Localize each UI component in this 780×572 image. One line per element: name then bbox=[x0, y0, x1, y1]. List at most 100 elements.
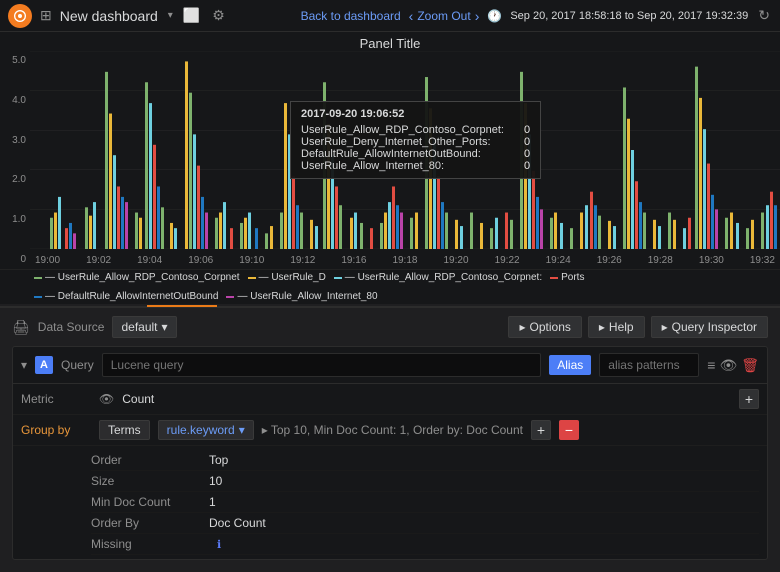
legend-label-4: Ports bbox=[561, 272, 584, 283]
groupby-tag[interactable]: Terms bbox=[99, 420, 150, 440]
tooltip-val-3: 0 bbox=[524, 148, 530, 160]
legend-item-1: — UserRule_Allow_RDP_Contoso_Corpnet bbox=[34, 272, 240, 283]
legend-color-6 bbox=[226, 296, 234, 298]
help-arrow-icon: ▸ bbox=[599, 320, 605, 334]
alias-input[interactable] bbox=[599, 353, 699, 377]
settings-button[interactable]: ⚙ bbox=[210, 5, 227, 26]
x-label-1900: 19:00 bbox=[35, 255, 60, 266]
alias-button[interactable]: Alias bbox=[549, 355, 591, 375]
x-axis: 19:00 19:02 19:04 19:06 19:10 19:12 19:1… bbox=[30, 251, 780, 269]
detail-size: Size 10 bbox=[91, 471, 759, 492]
x-label-1918: 19:18 bbox=[392, 255, 417, 266]
refresh-button[interactable]: ↻ bbox=[756, 5, 772, 26]
y-label-2: 2.0 bbox=[4, 174, 26, 185]
y-label-5: 5.0 bbox=[4, 55, 26, 66]
groupby-field[interactable]: rule.keyword ▾ bbox=[158, 420, 254, 440]
metric-value: Count bbox=[122, 392, 731, 406]
datasource-dropdown[interactable]: default ▾ bbox=[112, 316, 176, 338]
x-label-1924: 19:24 bbox=[546, 255, 571, 266]
order-label: Order bbox=[91, 453, 201, 467]
tooltip-val-1: 0 bbox=[524, 124, 530, 136]
zoom-out-label[interactable]: Zoom Out bbox=[417, 9, 470, 23]
x-label-1928: 19:28 bbox=[648, 255, 673, 266]
query-list-icon[interactable]: ≡ bbox=[707, 357, 715, 374]
order-by-label: Order By bbox=[91, 516, 201, 530]
query-inspector-button[interactable]: ▸ Query Inspector bbox=[651, 316, 768, 338]
x-label-1926: 19:26 bbox=[597, 255, 622, 266]
chart-area: Panel Title 5.0 4.0 3.0 2.0 1.0 0 bbox=[0, 32, 780, 272]
detail-min-doc: Min Doc Count 1 bbox=[91, 492, 759, 513]
dashboard-grid-icon: ⊞ bbox=[40, 7, 52, 24]
x-label-1916: 19:16 bbox=[341, 255, 366, 266]
legend-area: — UserRule_Allow_RDP_Contoso_Corpnet — U… bbox=[0, 269, 780, 304]
query-eye-icon[interactable]: 👁 bbox=[719, 357, 737, 374]
options-button[interactable]: ▸ Options bbox=[508, 316, 581, 338]
tooltip-label-4: UserRule_Allow_Internet_80: bbox=[301, 160, 444, 172]
tooltip-row-2: UserRule_Deny_Internet_Other_Ports: 0 bbox=[301, 136, 530, 148]
legend-label-2: — UserRule_D bbox=[259, 272, 326, 283]
back-to-dashboard-link[interactable]: Back to dashboard bbox=[301, 9, 401, 23]
query-section: ▾ A Query Alias ≡ 👁 🗑 Metric 👁 Count + G… bbox=[12, 346, 768, 560]
legend-label-1: — UserRule_Allow_RDP_Contoso_Corpnet bbox=[45, 272, 240, 283]
missing-info-icon[interactable]: ℹ bbox=[217, 538, 221, 551]
legend-item-4: Ports bbox=[550, 272, 584, 283]
detail-rows: Order Top Size 10 Min Doc Count 1 Order … bbox=[13, 446, 767, 559]
groupby-field-caret: ▾ bbox=[239, 423, 245, 437]
help-label: Help bbox=[609, 320, 634, 334]
add-groupby-button[interactable]: + bbox=[531, 420, 551, 440]
zoom-back-icon[interactable]: ‹ bbox=[409, 8, 414, 24]
y-label-3: 3.0 bbox=[4, 135, 26, 146]
query-actions: ≡ 👁 🗑 bbox=[707, 357, 759, 374]
order-by-value: Doc Count bbox=[209, 516, 266, 530]
options-label: Options bbox=[530, 320, 571, 334]
title-caret-icon: ▾ bbox=[168, 10, 173, 21]
zoom-section: ‹ Zoom Out › bbox=[409, 8, 480, 24]
legend-label-3: — UserRule_Allow_RDP_Contoso_Corpnet: bbox=[345, 272, 542, 283]
grafana-logo bbox=[8, 4, 32, 28]
y-label-4: 4.0 bbox=[4, 95, 26, 106]
tooltip-row-3: DefaultRule_AllowInternetOutBound: 0 bbox=[301, 148, 530, 160]
time-range-display[interactable]: Sep 20, 2017 18:58:18 to Sep 20, 2017 19… bbox=[510, 10, 748, 22]
editor-area: 🖨 Data Source default ▾ ▸ Options ▸ Help… bbox=[0, 308, 780, 572]
query-header: ▾ A Query Alias ≡ 👁 🗑 bbox=[13, 347, 767, 384]
remove-groupby-button[interactable]: − bbox=[559, 420, 579, 440]
detail-missing: Missing ℹ bbox=[91, 534, 759, 555]
metric-eye-icon[interactable]: 👁 bbox=[99, 392, 114, 406]
x-label-1906: 19:06 bbox=[188, 255, 213, 266]
tooltip-val-2: 0 bbox=[524, 136, 530, 148]
legend-color-4 bbox=[550, 277, 558, 279]
x-label-1930: 19:30 bbox=[699, 255, 724, 266]
x-label-1922: 19:22 bbox=[495, 255, 520, 266]
zoom-forward-icon[interactable]: › bbox=[475, 8, 480, 24]
datasource-label: Data Source bbox=[38, 320, 105, 334]
x-label-1910: 19:10 bbox=[239, 255, 264, 266]
query-inspector-label: Query Inspector bbox=[672, 320, 757, 334]
dashboard-title: New dashboard bbox=[60, 8, 158, 24]
detail-order: Order Top bbox=[91, 450, 759, 471]
legend-item-5: — DefaultRule_AllowInternetOutBound bbox=[34, 291, 218, 302]
metric-row: Metric 👁 Count + bbox=[13, 384, 767, 415]
add-metric-button[interactable]: + bbox=[739, 389, 759, 409]
detail-order-by: Order By Doc Count bbox=[91, 513, 759, 534]
printer-icon: 🖨 bbox=[12, 319, 30, 336]
query-letter-badge: A bbox=[35, 356, 53, 374]
right-buttons: ▸ Options ▸ Help ▸ Query Inspector bbox=[508, 316, 768, 338]
tooltip-time: 2017-09-20 19:06:52 bbox=[301, 108, 530, 120]
help-button[interactable]: ▸ Help bbox=[588, 316, 645, 338]
legend-color-5 bbox=[34, 296, 42, 298]
query-expand-icon[interactable]: ▾ bbox=[21, 358, 27, 372]
panel-title: Panel Title bbox=[0, 32, 780, 51]
metric-label: Metric bbox=[21, 392, 91, 406]
size-label: Size bbox=[91, 474, 201, 488]
x-label-1920: 19:20 bbox=[444, 255, 469, 266]
min-doc-value: 1 bbox=[209, 495, 216, 509]
legend-item-6: — UserRule_Allow_Internet_80 bbox=[226, 291, 377, 302]
query-input[interactable] bbox=[102, 353, 542, 377]
query-delete-icon[interactable]: 🗑 bbox=[741, 357, 759, 374]
query-label-text: Query bbox=[61, 358, 94, 372]
bookmark-button[interactable]: ⬜ bbox=[181, 5, 202, 26]
legend-item-2: — UserRule_D bbox=[248, 272, 326, 283]
tooltip-label-2: UserRule_Deny_Internet_Other_Ports: bbox=[301, 136, 491, 148]
tooltip-label-3: DefaultRule_AllowInternetOutBound: bbox=[301, 148, 481, 160]
min-doc-label: Min Doc Count bbox=[91, 495, 201, 509]
